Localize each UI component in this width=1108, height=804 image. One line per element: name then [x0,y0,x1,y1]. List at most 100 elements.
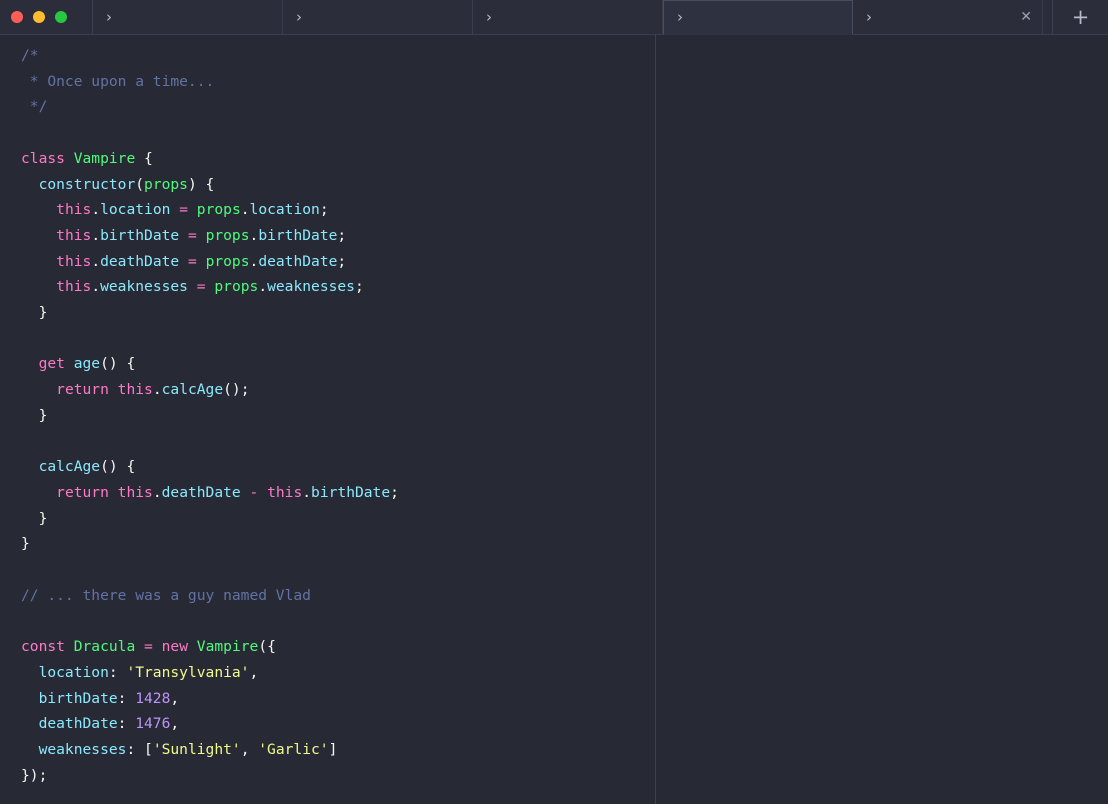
code-token: this [56,227,91,244]
code-line: } [21,531,655,557]
code-token: /* [21,47,39,64]
code-token [21,690,39,707]
code-pane-right[interactable] [656,35,1108,804]
code-token: birthDate [311,484,390,501]
code-token [109,484,118,501]
code-token: weaknesses [39,741,127,758]
code-line: this.weaknesses = props.weaknesses; [21,274,655,300]
code-token: } [21,510,47,527]
maximize-button[interactable] [55,11,67,23]
chevron-right-icon: › [677,10,683,25]
code-token: birthDate [100,227,179,244]
code-token: calcAge [162,381,224,398]
code-pane-left[interactable]: /* * Once upon a time... */ class Vampir… [0,35,656,804]
code-token: location [39,664,109,681]
code-token: deathDate [258,253,337,270]
code-token: ; [390,484,399,501]
tab-4[interactable]: › [663,0,853,35]
code-token: new [162,638,188,655]
tab-2[interactable]: › [283,0,473,34]
code-token: this [56,278,91,295]
right-pane-content [656,35,1108,43]
code-line: return this.calcAge(); [21,377,655,403]
code-token: weaknesses [267,278,355,295]
code-token: return [56,381,109,398]
plus-icon: + [1072,7,1090,28]
code-token [170,201,179,218]
code-token: 1476 [135,715,170,732]
code-line: /* [21,43,655,69]
code-editor[interactable]: /* * Once upon a time... */ class Vampir… [0,35,655,788]
code-token: = [188,227,197,244]
close-icon[interactable]: ✕ [1020,10,1032,24]
code-line: this.location = props.location; [21,197,655,223]
tab-5[interactable]: ›✕ [853,0,1043,34]
code-token [21,227,56,244]
code-line [21,326,655,352]
code-line: this.deathDate = props.deathDate; [21,249,655,275]
code-token: this [118,381,153,398]
code-token: class [21,150,65,167]
code-token: location [250,201,320,218]
code-token: 'Garlic' [258,741,328,758]
code-line [21,429,655,455]
code-token [21,201,56,218]
code-token: : [109,664,127,681]
code-token [65,355,74,372]
code-token [21,741,39,758]
code-token: props [206,227,250,244]
code-line: } [21,506,655,532]
code-token [197,253,206,270]
code-line: */ [21,94,655,120]
code-token: . [91,227,100,244]
code-token: , [170,715,179,732]
code-token: ; [320,201,329,218]
code-token: : [118,690,136,707]
code-token: } [21,304,47,321]
code-token [179,227,188,244]
code-line: calcAge() { [21,454,655,480]
code-token: ({ [258,638,276,655]
code-token: deathDate [39,715,118,732]
code-token: . [91,253,100,270]
code-token: // ... there was a guy named Vlad [21,587,311,604]
tab-3[interactable]: › [473,0,663,34]
code-token: 'Transylvania' [126,664,249,681]
code-token: 'Sunlight' [153,741,241,758]
code-token [188,638,197,655]
code-token: : [118,715,136,732]
code-line: location: 'Transylvania', [21,660,655,686]
code-token: props [197,201,241,218]
code-token: }); [21,767,47,784]
minimize-button[interactable] [33,11,45,23]
code-token [179,253,188,270]
code-token [65,638,74,655]
code-token [188,201,197,218]
code-token: } [21,407,47,424]
code-token: deathDate [100,253,179,270]
code-line [21,120,655,146]
code-token [241,484,250,501]
chevron-right-icon: › [486,10,492,25]
code-token: * Once upon a time... [21,73,214,90]
new-tab-button[interactable]: + [1052,0,1108,34]
code-token [258,484,267,501]
code-token: . [91,278,100,295]
code-token [21,715,39,732]
code-token [197,227,206,244]
chevron-right-icon: › [866,10,872,25]
code-token: this [56,201,91,218]
code-token: ) { [188,176,214,193]
code-line: get age() { [21,351,655,377]
code-token: constructor [39,176,136,193]
window-controls [0,0,93,34]
tab-1[interactable]: › [93,0,283,34]
code-token: */ [21,98,47,115]
code-token: () { [100,355,135,372]
tab-list: ›››››✕ [93,0,1043,34]
code-token: calcAge [39,458,101,475]
code-token: birthDate [258,227,337,244]
close-button[interactable] [11,11,23,23]
code-line: class Vampire { [21,146,655,172]
code-token [65,150,74,167]
